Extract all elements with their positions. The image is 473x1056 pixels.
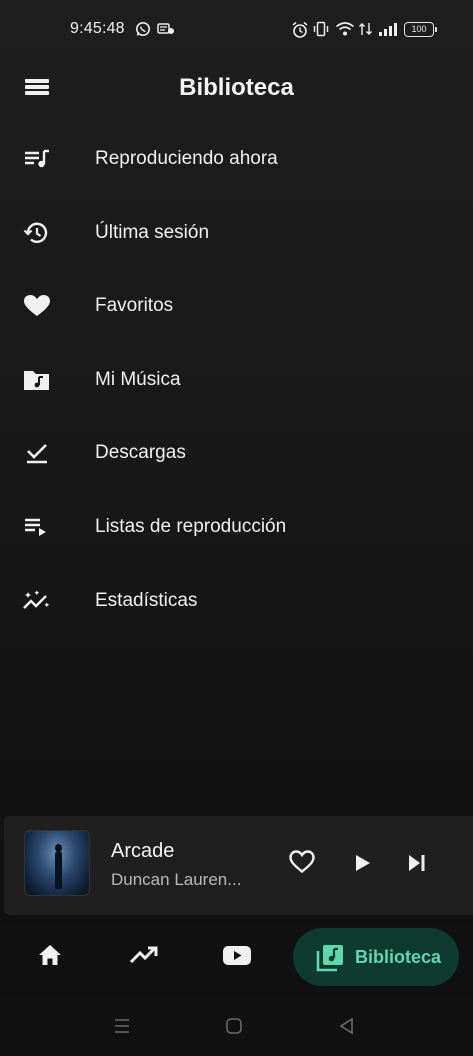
library-item-label: Última sesión bbox=[95, 221, 210, 243]
library-item-label: Favoritos bbox=[95, 295, 174, 317]
library-item-label: Reproduciendo ahora bbox=[95, 148, 278, 169]
whatsapp-icon bbox=[136, 22, 150, 36]
youtube-icon[interactable] bbox=[221, 941, 253, 969]
library-item-downloads[interactable]: Descargas bbox=[0, 416, 473, 490]
app-screen: 9:45:48 100 Biblioteca Reproduciendo aho… bbox=[0, 0, 473, 1056]
track-artist: Duncan Lauren... bbox=[111, 870, 242, 889]
library-item-label: Descargas bbox=[95, 442, 186, 464]
library-item-label: Estadísticas bbox=[95, 589, 198, 611]
library-item-favorites[interactable]: Favoritos bbox=[0, 269, 473, 343]
queue-music-icon bbox=[25, 149, 49, 168]
bottom-nav: Biblioteca bbox=[0, 925, 473, 991]
library-item-my-music[interactable]: Mi Música bbox=[0, 343, 473, 417]
library-item-statistics[interactable]: Estadísticas bbox=[0, 564, 473, 638]
data-icon bbox=[359, 23, 372, 35]
nav-library-label: Biblioteca bbox=[355, 947, 442, 967]
playlist-play-icon bbox=[25, 518, 46, 536]
music-folder-icon bbox=[24, 370, 49, 390]
album-art[interactable] bbox=[24, 830, 90, 896]
nav-library-active[interactable]: Biblioteca bbox=[293, 928, 459, 986]
download-done-icon bbox=[27, 444, 47, 464]
skip-next-icon[interactable] bbox=[406, 853, 428, 873]
page-title: Biblioteca bbox=[179, 74, 294, 101]
track-title: Arcade bbox=[111, 840, 175, 862]
vibrate-icon bbox=[313, 21, 329, 37]
system-nav-bar bbox=[0, 995, 473, 1056]
trending-icon[interactable] bbox=[128, 941, 160, 969]
library-music-icon bbox=[316, 945, 343, 972]
wifi-icon bbox=[335, 22, 355, 36]
history-icon bbox=[23, 222, 48, 243]
library-item-label: Listas de reproducción bbox=[95, 515, 287, 537]
signal-icon bbox=[379, 23, 397, 36]
home-icon[interactable] bbox=[36, 941, 64, 969]
heart-outline-icon[interactable] bbox=[288, 849, 316, 875]
battery-indicator: 100 bbox=[404, 22, 437, 37]
mini-player[interactable]: Arcade Duncan Lauren... bbox=[4, 816, 473, 915]
library-item-now-playing[interactable]: Reproduciendo ahora bbox=[0, 122, 473, 196]
library-item-label: Mi Música bbox=[95, 368, 181, 390]
library-item-last-session[interactable]: Última sesión bbox=[0, 196, 473, 270]
notification-icon bbox=[157, 23, 174, 34]
home-circle-icon[interactable] bbox=[224, 1017, 244, 1035]
library-item-playlists[interactable]: Listas de reproducción bbox=[0, 490, 473, 564]
back-icon[interactable] bbox=[337, 1017, 357, 1035]
status-time: 9:45:48 bbox=[70, 20, 125, 37]
alarm-icon bbox=[292, 21, 308, 38]
play-icon[interactable] bbox=[352, 853, 372, 873]
library-list: Reproduciendo ahora Última sesión Favori… bbox=[0, 122, 473, 637]
status-bar: 9:45:48 100 bbox=[0, 0, 473, 58]
stats-icon bbox=[23, 589, 50, 609]
recent-apps-icon[interactable] bbox=[112, 1017, 132, 1035]
app-header: Biblioteca bbox=[0, 60, 473, 114]
heart-icon bbox=[24, 295, 50, 317]
album-art-figure bbox=[55, 851, 62, 889]
